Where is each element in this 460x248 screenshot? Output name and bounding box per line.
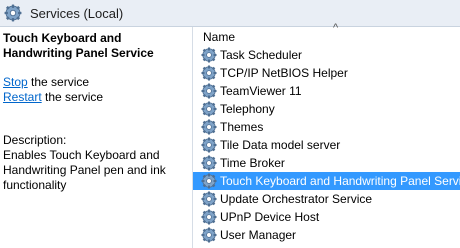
service-row[interactable]: Time Broker bbox=[193, 154, 460, 172]
service-gear-icon bbox=[201, 83, 217, 99]
services-list-pane: ^ Name Task Scheduler TCP/IP NetBIOS Help… bbox=[193, 22, 460, 248]
stop-action: Stop the service bbox=[3, 75, 89, 90]
service-row-label: Task Scheduler bbox=[220, 48, 303, 62]
service-row-label: Touch Keyboard and Handwriting Panel Ser… bbox=[220, 174, 460, 188]
description-text: Enables Touch Keyboard and Handwriting P… bbox=[3, 148, 166, 192]
service-gear-icon bbox=[201, 191, 217, 207]
service-row-label: UPnP Device Host bbox=[220, 210, 320, 224]
service-row-label: Tile Data model server bbox=[220, 138, 341, 152]
sort-ascending-indicator: ^ bbox=[333, 22, 339, 34]
stop-suffix: the service bbox=[27, 75, 90, 89]
restart-action: Restart the service bbox=[3, 90, 103, 105]
service-gear-icon bbox=[201, 209, 217, 225]
service-row[interactable]: TeamViewer 11 bbox=[193, 82, 460, 100]
stop-link[interactable]: Stop bbox=[3, 75, 28, 89]
restart-link[interactable]: Restart bbox=[3, 90, 42, 104]
service-row[interactable]: Telephony bbox=[193, 100, 460, 118]
service-row[interactable]: Update Orchestrator Service bbox=[193, 190, 460, 208]
description-label: Description: bbox=[3, 133, 67, 147]
service-gear-icon bbox=[201, 47, 217, 63]
service-row[interactable]: Tile Data model server bbox=[193, 136, 460, 154]
restart-suffix: the service bbox=[41, 90, 104, 104]
service-row-label: Update Orchestrator Service bbox=[220, 192, 373, 206]
service-row[interactable]: Themes bbox=[193, 118, 460, 136]
service-row-label: TCP/IP NetBIOS Helper bbox=[220, 66, 348, 80]
service-gear-icon bbox=[201, 137, 217, 153]
service-gear-icon bbox=[201, 65, 217, 81]
service-gear-icon bbox=[201, 173, 217, 189]
service-row[interactable]: Touch Keyboard and Handwriting Panel Ser… bbox=[193, 172, 460, 190]
service-row[interactable]: User Manager bbox=[193, 226, 460, 244]
services-gear-icon bbox=[4, 4, 22, 22]
service-row[interactable]: TCP/IP NetBIOS Helper bbox=[193, 64, 460, 82]
column-header-name[interactable]: Name bbox=[203, 30, 235, 44]
service-gear-icon bbox=[201, 101, 217, 117]
service-row-label: Themes bbox=[220, 120, 264, 134]
service-row-label: User Manager bbox=[220, 228, 297, 242]
window-title: Services (Local) bbox=[30, 6, 124, 21]
details-pane: Touch Keyboard and Handwriting Panel Ser… bbox=[0, 27, 192, 248]
service-row[interactable]: UPnP Device Host bbox=[193, 208, 460, 226]
selected-service-name: Touch Keyboard and Handwriting Panel Ser… bbox=[3, 31, 154, 60]
service-gear-icon bbox=[201, 227, 217, 243]
service-gear-icon bbox=[201, 119, 217, 135]
title-bar: Services (Local) bbox=[0, 0, 460, 27]
services-list: Task Scheduler TCP/IP NetBIOS Helper TeamV… bbox=[193, 46, 460, 244]
service-row-label: TeamViewer 11 bbox=[220, 84, 302, 98]
service-row-label: Telephony bbox=[220, 102, 275, 116]
service-row-label: Time Broker bbox=[220, 156, 285, 170]
service-gear-icon bbox=[201, 155, 217, 171]
service-row[interactable]: Task Scheduler bbox=[193, 46, 460, 64]
